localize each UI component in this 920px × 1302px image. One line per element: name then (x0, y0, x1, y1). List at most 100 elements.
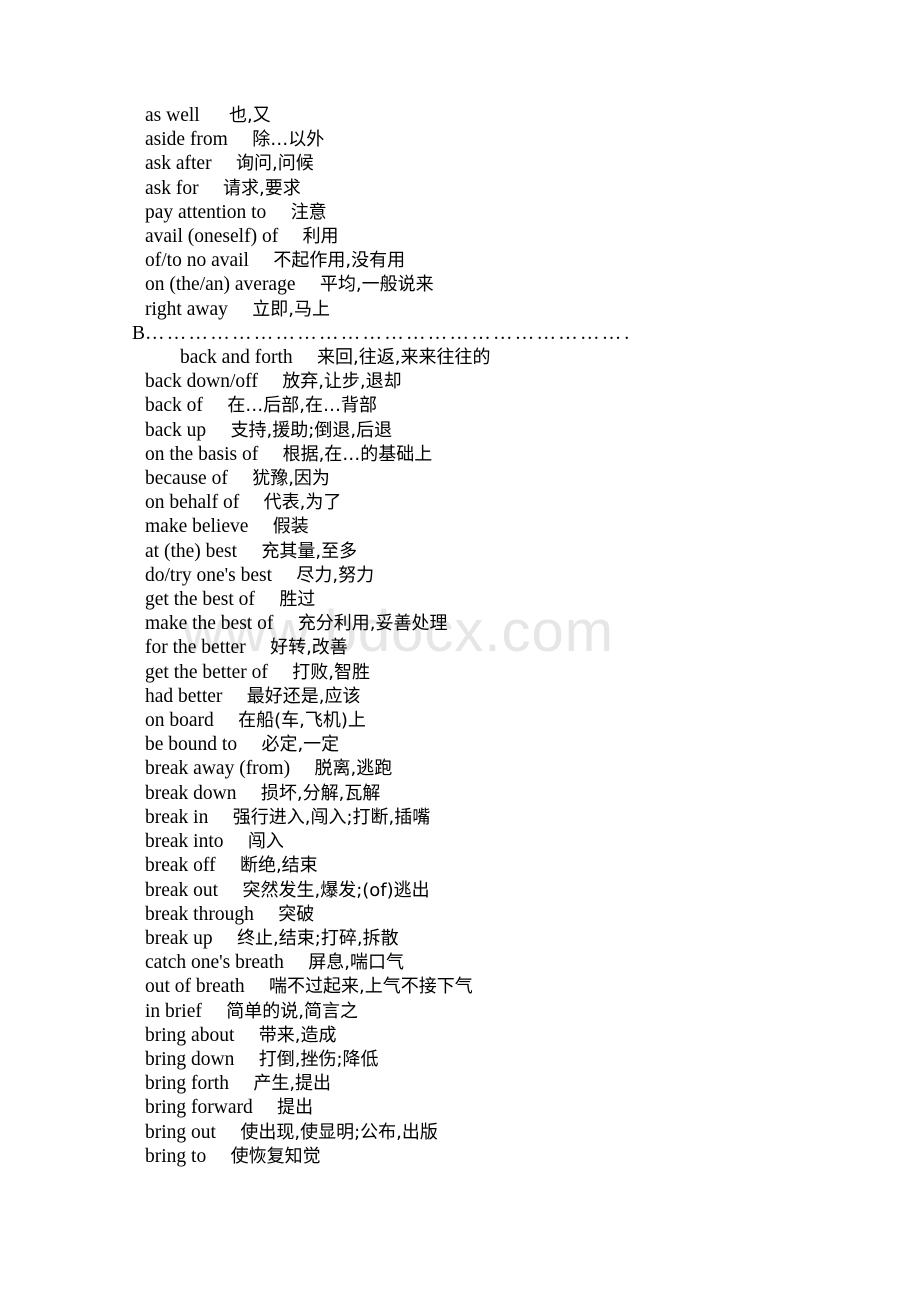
phrase-entry: on (the/an) average 平均,一般说来 (132, 273, 832, 297)
phrase-list-content: as well 也,又 aside from 除…以外 ask after 询问,问… (132, 104, 832, 1169)
phrase-gap (206, 1146, 230, 1167)
phrase-gap (199, 178, 223, 199)
phrase-chinese: 尽力,努力 (296, 564, 375, 586)
phrase-entry: get the better of 打败,智胜 (132, 661, 832, 685)
phrase-entry: at (the) best 充其量,至多 (132, 540, 832, 564)
phrase-english: on behalf of (145, 492, 240, 514)
phrase-entry: be bound to 必定,一定 (132, 733, 832, 757)
phrase-english: break away (from) (145, 758, 291, 780)
phrase-gap (214, 710, 238, 731)
phrase-english: right away (145, 298, 228, 320)
phrase-english: break off (145, 855, 216, 877)
phrase-entry: in brief 简单的说,简言之 (132, 1000, 832, 1024)
phrase-entry: on behalf of 代表,为了 (132, 491, 832, 515)
phrase-english: had better (145, 685, 223, 707)
phrase-entry: make the best of 充分利用,妥善处理 (132, 612, 832, 636)
phrase-chinese: 产生,提出 (253, 1073, 332, 1095)
phrase-entry: break away (from) 脱离,逃跑 (132, 757, 832, 781)
phrase-chinese: 除…以外 (252, 129, 325, 151)
phrase-english: because of (145, 468, 228, 490)
phrase-english: be bound to (145, 734, 238, 756)
phrase-chinese: 不起作用,没有用 (273, 250, 406, 272)
section-letter: B (132, 322, 146, 344)
phrase-english: back down/off (145, 371, 258, 393)
phrase-chinese: 放弃,让步,退却 (282, 371, 402, 393)
phrase-chinese: 询问,问候 (235, 153, 314, 175)
phrase-chinese: 根据,在…的基础上 (282, 443, 433, 465)
phrase-gap (258, 371, 282, 392)
phrase-entry: break out 突然发生,爆发;(of)逃出 (132, 879, 832, 903)
phrase-gap (290, 758, 314, 779)
phrase-entry: out of breath 喘不过起来,上气不接下气 (132, 975, 832, 999)
phrase-entry: break off 断绝,结束 (132, 854, 832, 878)
phrase-english: at (the) best (145, 540, 238, 562)
phrase-gap (234, 1025, 258, 1046)
phrase-gap (234, 1049, 258, 1070)
phrase-chinese: 好转,改善 (270, 637, 348, 659)
phrase-chinese: 屏息,喘口气 (308, 952, 404, 974)
phrase-gap (222, 686, 246, 707)
phrase-gap (258, 444, 282, 465)
phrase-english: break out (145, 879, 219, 901)
phrase-english: bring forth (145, 1073, 229, 1095)
phrase-english: out of breath (145, 976, 245, 998)
phrase-entry: because of 犹豫,因为 (132, 467, 832, 491)
phrase-entry: break into 闯入 (132, 830, 832, 854)
phrase-entry: break in 强行进入,闯入;打断,插嘴 (132, 806, 832, 830)
phrase-english: in brief (145, 1000, 202, 1022)
phrase-english: ask for (145, 177, 199, 199)
phrase-english: avail (oneself) of (145, 226, 279, 248)
phrase-entry: on board 在船(车,飞机)上 (132, 709, 832, 733)
phrase-chinese: 带来,造成 (258, 1024, 337, 1046)
phrase-english: bring to (145, 1145, 207, 1167)
phrase-chinese: 平均,一般说来 (319, 274, 434, 296)
phrase-english: on (the/an) average (145, 274, 296, 296)
phrase-gap (229, 1073, 253, 1094)
phrase-english: break up (145, 927, 213, 949)
phrase-english: catch one's breath (145, 952, 284, 974)
phrase-gap (284, 952, 308, 973)
phrase-english: aside from (145, 129, 228, 151)
phrase-entry: bring forth 产生,提出 (132, 1072, 832, 1096)
phrase-english: make believe (145, 516, 249, 538)
phrase-entry: had better 最好还是,应该 (132, 685, 832, 709)
phrase-chinese: 最好还是,应该 (246, 685, 361, 707)
phrase-english: break in (145, 806, 209, 828)
phrase-english: get the best of (145, 589, 255, 611)
phrase-gap (202, 1001, 226, 1022)
phrase-chinese: 必定,一定 (261, 734, 340, 756)
phrase-english: on the basis of (145, 443, 259, 465)
phrase-gap (212, 153, 236, 174)
phrase-chinese: 利用 (302, 226, 339, 248)
phrase-gap (224, 831, 248, 852)
phrase-chinese: 终止,结束;打碎,拆散 (237, 927, 399, 949)
phrase-english: on board (145, 710, 214, 732)
phrase-entry: do/try one's best 尽力,努力 (132, 564, 832, 588)
phrase-gap (203, 395, 227, 416)
phrase-entry: make believe 假装 (132, 515, 832, 539)
phrase-chinese: 闯入 (247, 831, 284, 853)
phrase-gap (216, 855, 240, 876)
phrase-english: bring forward (145, 1097, 253, 1119)
phrase-entry: on the basis of 根据,在…的基础上 (132, 443, 832, 467)
phrase-entry: as well 也,又 (132, 104, 832, 128)
phrase-gap (237, 783, 261, 804)
phrase-english: as well (145, 105, 200, 126)
phrase-entry: break through 突破 (132, 903, 832, 927)
phrase-chinese: 充其量,至多 (261, 540, 358, 562)
phrase-english: back up (145, 419, 207, 441)
phrase-english: bring down (145, 1048, 235, 1070)
phrase-entry: bring down 打倒,挫伤;降低 (132, 1048, 832, 1072)
phrase-chinese: 注意 (290, 201, 327, 223)
phrase-chinese: 请求,要求 (222, 177, 301, 199)
phrase-english: bring out (145, 1121, 216, 1143)
phrase-gap (208, 807, 232, 828)
phrase-gap (206, 420, 230, 441)
phrase-english: get the better of (145, 661, 268, 683)
phrase-gap (246, 637, 270, 658)
phrase-chinese: 胜过 (279, 589, 316, 611)
phrase-gap (216, 1122, 240, 1143)
phrase-gap (296, 274, 320, 295)
phrase-gap (239, 492, 263, 513)
phrase-chinese: 代表,为了 (263, 492, 342, 514)
